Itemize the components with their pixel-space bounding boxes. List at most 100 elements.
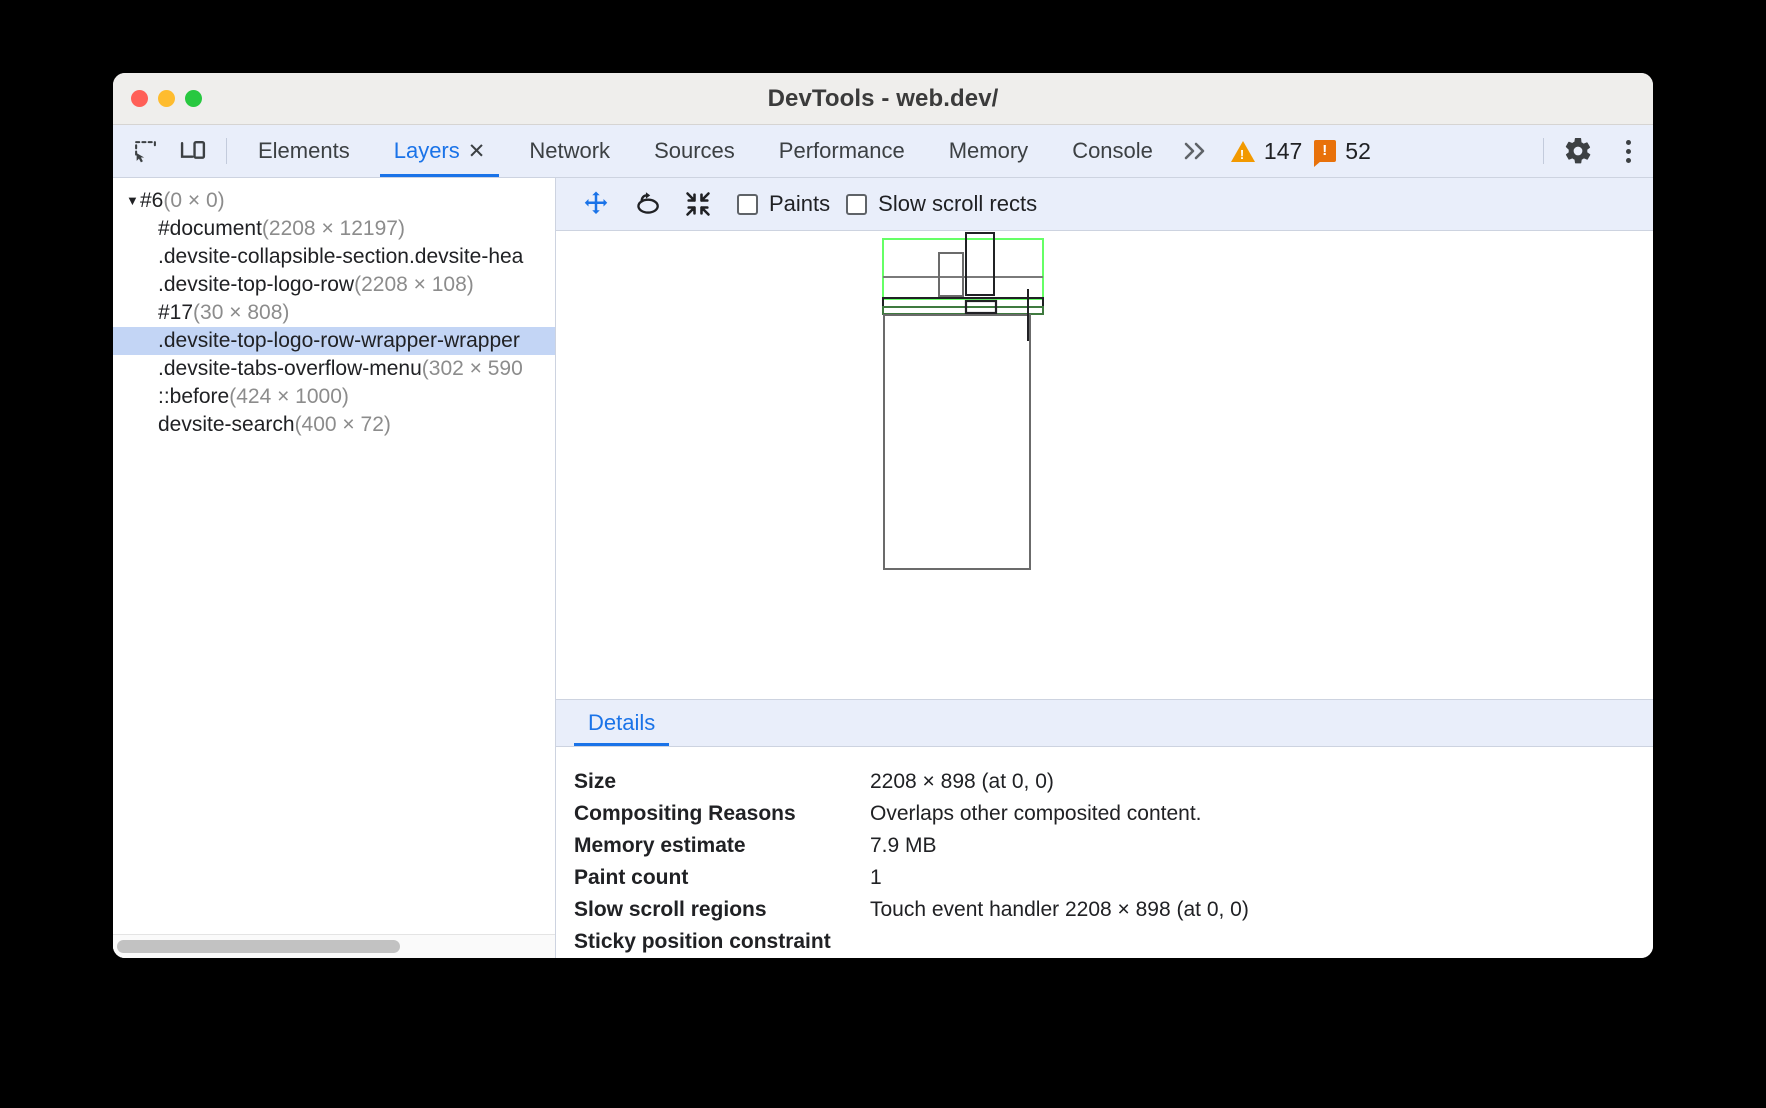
- layer-dims: (2208 × 108): [354, 273, 474, 296]
- toolbar-divider: [226, 138, 227, 164]
- details-tabbar: Details: [556, 699, 1653, 747]
- tab-network[interactable]: Network: [507, 125, 632, 177]
- layer-tree-row[interactable]: .devsite-tabs-overflow-menu(302 × 590: [113, 355, 555, 383]
- warning-count-value: 147: [1264, 138, 1302, 165]
- window-titlebar: DevTools - web.dev/: [113, 73, 1653, 125]
- layer-tree-row[interactable]: .devsite-collapsible-section.devsite-hea: [113, 243, 555, 271]
- expand-caret-icon[interactable]: ▼: [126, 187, 140, 215]
- layer-viewer-pane: Paints Slow scroll rects: [556, 178, 1653, 958]
- layer-tree-pane: ▼#6(0 × 0) #document(2208 × 12197) .devs…: [113, 178, 556, 958]
- warning-triangle-icon: [1231, 141, 1255, 162]
- detail-row-compositing-reasons: Compositing Reasons Overlaps other compo…: [574, 798, 1653, 830]
- devtools-window: DevTools - web.dev/ Elements Layers ✕ Ne…: [113, 73, 1653, 958]
- tab-label: Console: [1072, 138, 1153, 164]
- devtools-body: ▼#6(0 × 0) #document(2208 × 12197) .devs…: [113, 178, 1653, 958]
- detail-row-memory-estimate: Memory estimate 7.9 MB: [574, 830, 1653, 862]
- layer-name: devsite-search: [158, 413, 295, 436]
- layer-tree-row[interactable]: devsite-search(400 × 72): [113, 411, 555, 439]
- rotate-mode-icon[interactable]: [623, 184, 670, 224]
- detail-key: Memory estimate: [574, 834, 870, 858]
- layer-name: .devsite-tabs-overflow-menu: [158, 357, 422, 380]
- error-count-badge[interactable]: 52: [1306, 125, 1375, 177]
- detail-value: 1: [870, 866, 882, 890]
- tab-label: Layers: [394, 138, 460, 164]
- detail-value: Overlaps other composited content.: [870, 802, 1202, 826]
- tab-elements[interactable]: Elements: [236, 125, 372, 177]
- layer-dims: (424 × 1000): [229, 385, 349, 408]
- detail-value: Touch event handler 2208 × 898 (at 0, 0): [870, 898, 1249, 922]
- close-window-button[interactable]: [131, 90, 148, 107]
- layer-tree-row-root[interactable]: ▼#6(0 × 0): [113, 187, 555, 215]
- devtools-tabstrip: Elements Layers ✕ Network Sources Perfor…: [113, 125, 1653, 178]
- tab-memory[interactable]: Memory: [927, 125, 1050, 177]
- layer-dims: (302 × 590: [422, 357, 523, 380]
- layer-tree-row[interactable]: #17(30 × 808): [113, 299, 555, 327]
- tab-label: Network: [529, 138, 610, 164]
- layer-wireframe-diagram: [556, 231, 1476, 571]
- detail-value: 2208 × 898 (at 0, 0): [870, 770, 1054, 794]
- close-tab-icon[interactable]: ✕: [468, 141, 486, 162]
- details-content: Size 2208 × 898 (at 0, 0) Compositing Re…: [556, 747, 1653, 958]
- detail-row-slow-scroll-regions: Slow scroll regions Touch event handler …: [574, 894, 1653, 926]
- error-badge-icon: [1314, 140, 1336, 162]
- detail-row-size: Size 2208 × 898 (at 0, 0): [574, 766, 1653, 798]
- detail-row-paint-count: Paint count 1: [574, 862, 1653, 894]
- layer-tree-row[interactable]: #document(2208 × 12197): [113, 215, 555, 243]
- tabstrip-spacer: [1375, 125, 1534, 177]
- layer-name: #6: [140, 189, 163, 212]
- tab-layers[interactable]: Layers ✕: [372, 125, 508, 177]
- layer-name: #document: [158, 217, 262, 240]
- detail-key: Slow scroll regions: [574, 898, 870, 922]
- gear-icon[interactable]: [1553, 125, 1603, 177]
- kebab-dots: [1626, 140, 1631, 163]
- pan-mode-icon[interactable]: [572, 184, 619, 224]
- tabstrip-right-divider: [1543, 138, 1544, 164]
- minimize-window-button[interactable]: [158, 90, 175, 107]
- checkbox-label: Slow scroll rects: [878, 191, 1037, 217]
- document-layer-outline: [884, 315, 1030, 569]
- layer-dims: (0 × 0): [163, 189, 224, 212]
- tab-sources[interactable]: Sources: [632, 125, 757, 177]
- maximize-window-button[interactable]: [185, 90, 202, 107]
- layer-tree-list[interactable]: ▼#6(0 × 0) #document(2208 × 12197) .devs…: [113, 178, 555, 934]
- scrollbar-thumb[interactable]: [117, 940, 400, 953]
- detail-key: Size: [574, 770, 870, 794]
- tab-performance[interactable]: Performance: [757, 125, 927, 177]
- window-traffic-lights: [113, 90, 202, 107]
- layer-name: #17: [158, 301, 193, 324]
- layer-name: .devsite-top-logo-row: [158, 273, 354, 296]
- slow-scroll-rects-checkbox[interactable]: Slow scroll rects: [846, 191, 1037, 217]
- detail-key: Sticky position constraint: [574, 930, 870, 954]
- checkbox-label: Paints: [769, 191, 830, 217]
- layer-dims: (30 × 808): [193, 301, 289, 324]
- warning-count-badge[interactable]: 147: [1223, 125, 1306, 177]
- reset-view-icon[interactable]: [674, 184, 721, 224]
- layer-dims: (2208 × 12197): [262, 217, 405, 240]
- layer-tree-horizontal-scrollbar[interactable]: [113, 934, 555, 958]
- window-title: DevTools - web.dev/: [113, 85, 1653, 113]
- layer-viewer-toolbar: Paints Slow scroll rects: [556, 178, 1653, 231]
- checkbox-box[interactable]: [737, 194, 758, 215]
- detail-key: Paint count: [574, 866, 870, 890]
- paints-checkbox[interactable]: Paints: [737, 191, 830, 217]
- tab-label: Sources: [654, 138, 735, 164]
- tab-details[interactable]: Details: [574, 700, 669, 746]
- layer-name: .devsite-collapsible-section.devsite-hea: [158, 245, 523, 268]
- layer-tree-row[interactable]: .devsite-top-logo-row(2208 × 108): [113, 271, 555, 299]
- detail-key: Compositing Reasons: [574, 802, 870, 826]
- inspect-element-icon[interactable]: [121, 125, 169, 177]
- tab-label: Elements: [258, 138, 350, 164]
- error-count-value: 52: [1345, 138, 1371, 165]
- layer-dims: (400 × 72): [295, 413, 391, 436]
- more-options-kebab-icon[interactable]: [1603, 125, 1653, 177]
- tab-console[interactable]: Console: [1050, 125, 1175, 177]
- device-toolbar-icon[interactable]: [169, 125, 217, 177]
- detail-value: 7.9 MB: [870, 834, 937, 858]
- layer-name: ::before: [158, 385, 229, 408]
- layer-tree-row-selected[interactable]: .devsite-top-logo-row-wrapper-wrapper: [113, 327, 555, 355]
- layer-tree-row[interactable]: ::before(424 × 1000): [113, 383, 555, 411]
- layer-3d-canvas[interactable]: [556, 231, 1653, 699]
- checkbox-box[interactable]: [846, 194, 867, 215]
- detail-row-sticky-position-constraint: Sticky position constraint: [574, 926, 1653, 958]
- more-tabs-chevron-icon[interactable]: [1175, 125, 1223, 177]
